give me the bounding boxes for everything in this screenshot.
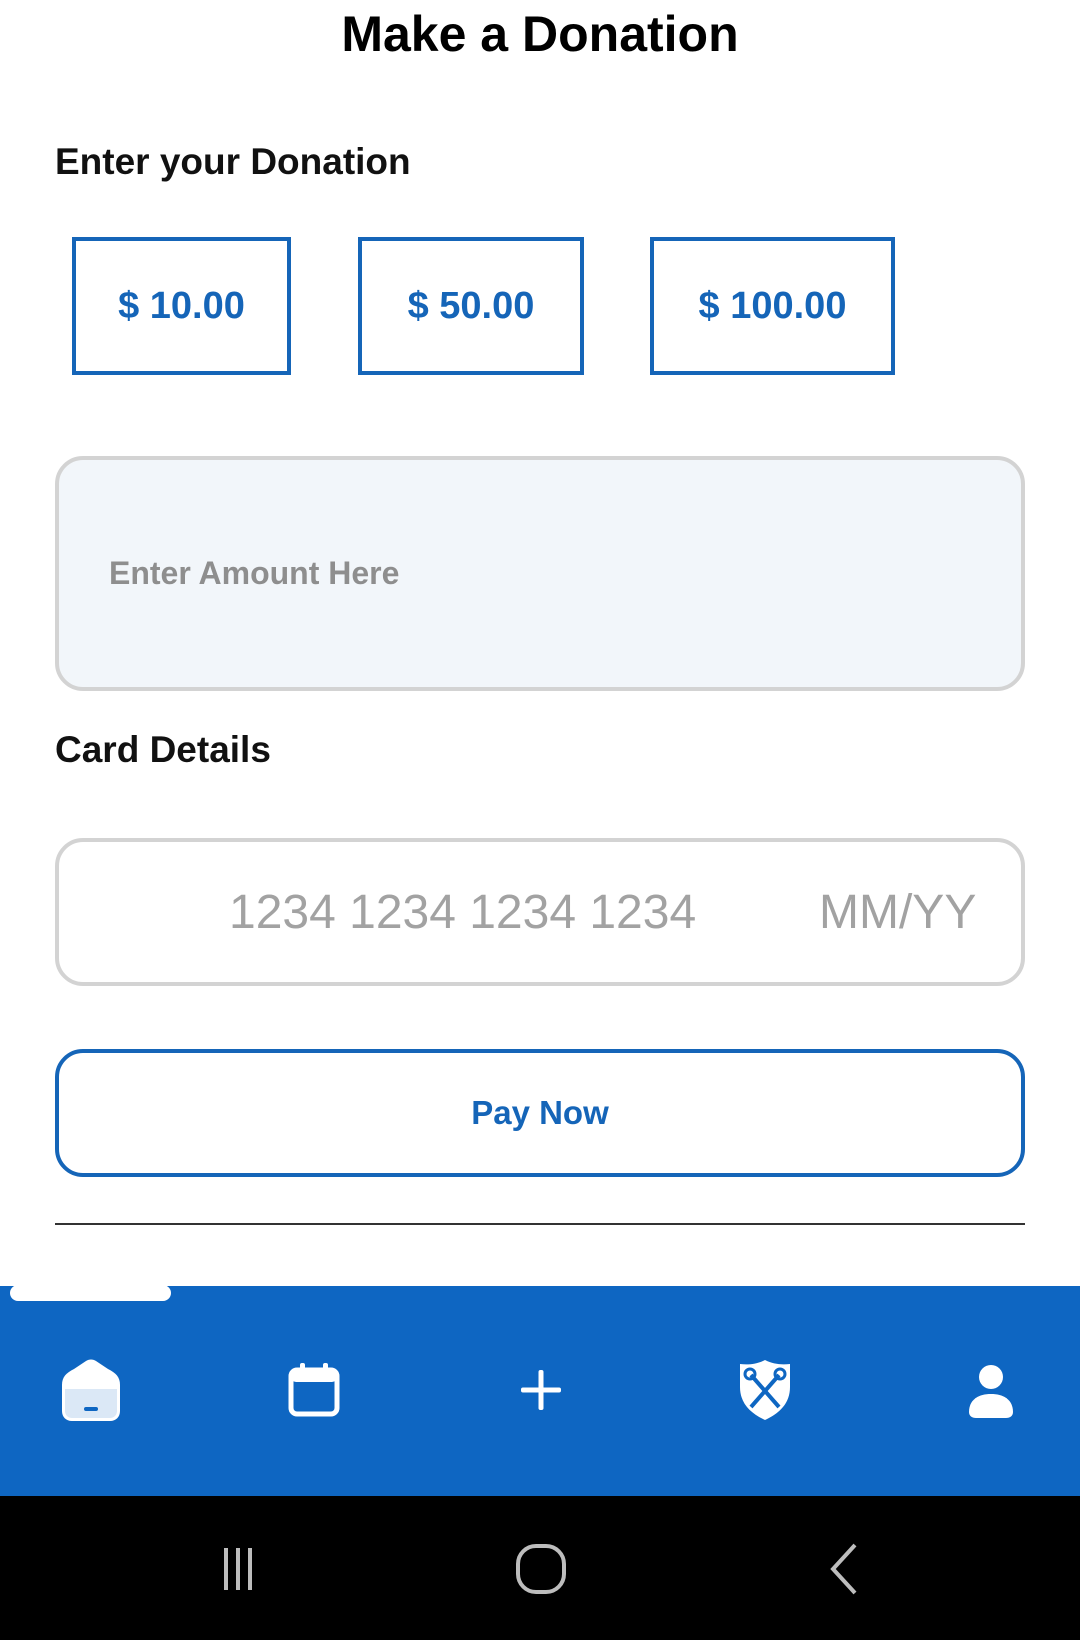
divider: [55, 1223, 1025, 1225]
profile-icon: [969, 1365, 1013, 1418]
donation-heading: Enter your Donation: [55, 141, 411, 182]
card-number-input[interactable]: [229, 872, 749, 952]
home-icon: [62, 1359, 120, 1421]
nav-profile-button[interactable]: [946, 1350, 1036, 1430]
card-expiry-input[interactable]: [819, 872, 1009, 952]
recent-apps-icon: [224, 1548, 252, 1590]
preset-amount-100-button[interactable]: $ 100.00: [650, 237, 895, 375]
recent-apps-button[interactable]: [198, 1535, 278, 1603]
preset-amount-10-button[interactable]: $ 10.00: [72, 237, 291, 375]
active-tab-indicator: [10, 1285, 171, 1301]
page-title: Make a Donation: [341, 6, 739, 62]
home-circle-icon: [516, 1544, 566, 1594]
plus-icon: [521, 1370, 561, 1410]
nav-add-button[interactable]: [496, 1350, 586, 1430]
calendar-icon: [288, 1363, 340, 1417]
shield-icon: [740, 1360, 790, 1420]
system-back-button[interactable]: [804, 1535, 884, 1603]
amount-input[interactable]: [55, 456, 1025, 691]
nav-calendar-button[interactable]: [269, 1350, 359, 1430]
nav-home-button[interactable]: [46, 1350, 136, 1430]
system-home-button[interactable]: [501, 1535, 581, 1603]
pay-now-button[interactable]: Pay Now: [55, 1049, 1025, 1177]
preset-amount-50-button[interactable]: $ 50.00: [358, 237, 584, 375]
nav-shield-button[interactable]: [720, 1350, 810, 1430]
back-icon: [830, 1543, 857, 1595]
card-details-heading: Card Details: [55, 729, 271, 770]
card-details-field: [55, 838, 1025, 986]
